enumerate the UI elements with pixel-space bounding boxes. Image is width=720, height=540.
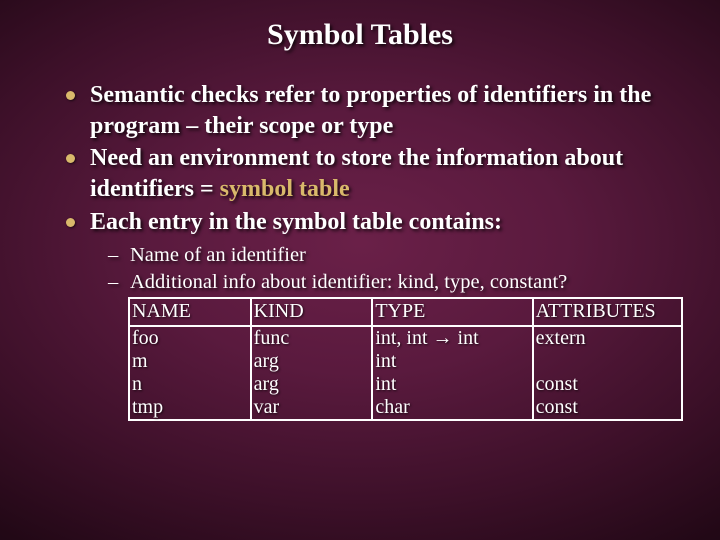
bullet-item: Each entry in the symbol table contains:	[60, 207, 670, 238]
symbol-table: NAME KIND TYPE ATTRIBUTES foo func int, …	[128, 297, 683, 421]
table-header: KIND	[251, 298, 373, 326]
bullet-list: Semantic checks refer to properties of i…	[60, 80, 670, 238]
table: NAME KIND TYPE ATTRIBUTES foo func int, …	[128, 297, 683, 421]
bullet-text: Need an environment to store the informa…	[90, 145, 623, 202]
table-header: ATTRIBUTES	[533, 298, 682, 326]
cell-name: foo	[129, 326, 251, 350]
table-row: n arg int const	[129, 373, 682, 396]
cell-attr	[533, 350, 682, 373]
sub-bullet-item: Name of an identifier	[108, 242, 670, 268]
slide: Symbol Tables Semantic checks refer to p…	[0, 0, 720, 540]
table-header: NAME	[129, 298, 251, 326]
cell-attr: const	[533, 396, 682, 420]
cell-attr: const	[533, 373, 682, 396]
bullet-text: Each entry in the symbol table contains:	[90, 209, 502, 235]
cell-kind: func	[251, 326, 373, 350]
table-row: tmp var char const	[129, 396, 682, 420]
cell-type: int	[372, 373, 532, 396]
cell-kind: arg	[251, 350, 373, 373]
sub-bullet-list: Name of an identifier Additional info ab…	[108, 242, 670, 295]
cell-attr: extern	[533, 326, 682, 350]
cell-name: m	[129, 350, 251, 373]
table-header: TYPE	[372, 298, 532, 326]
cell-kind: arg	[251, 373, 373, 396]
arrow-icon: →	[433, 327, 453, 349]
cell-type: char	[372, 396, 532, 420]
table-row: foo func int, int → int extern	[129, 326, 682, 350]
bullet-item: Semantic checks refer to properties of i…	[60, 80, 670, 141]
table-row: m arg int	[129, 350, 682, 373]
table-header-row: NAME KIND TYPE ATTRIBUTES	[129, 298, 682, 326]
cell-type: int, int → int	[372, 326, 532, 350]
cell-type: int	[372, 350, 532, 373]
bullet-highlight: symbol table	[220, 176, 350, 202]
sub-bullet-item: Additional info about identifier: kind, …	[108, 269, 670, 295]
cell-name: tmp	[129, 396, 251, 420]
bullet-text: Semantic checks refer to properties of i…	[90, 82, 651, 139]
bullet-item: Need an environment to store the informa…	[60, 143, 670, 204]
cell-kind: var	[251, 396, 373, 420]
cell-name: n	[129, 373, 251, 396]
slide-title: Symbol Tables	[50, 18, 670, 52]
